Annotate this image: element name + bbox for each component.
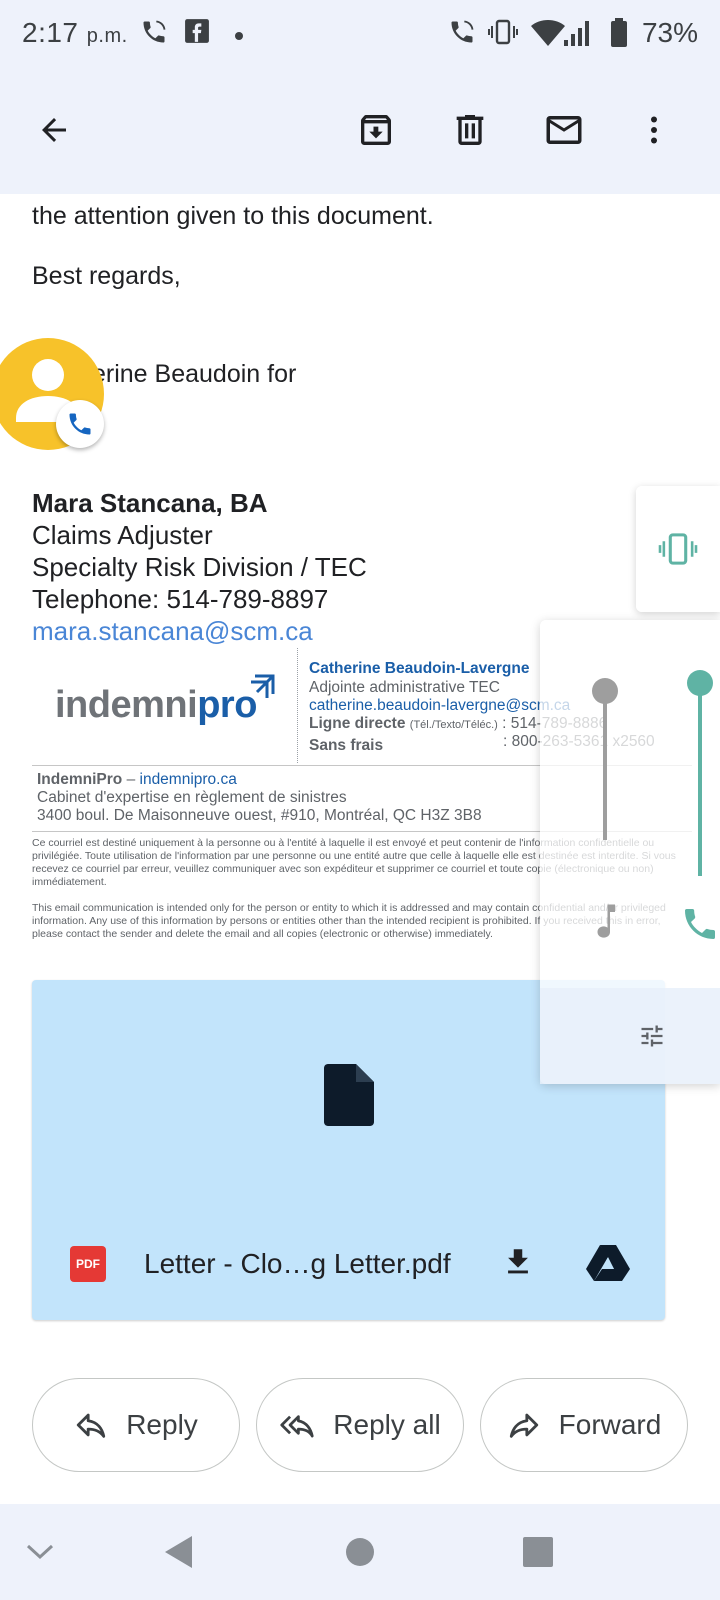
company-description: Cabinet d'expertise en règlement de sini…: [37, 789, 347, 806]
call-volume-slider[interactable]: [687, 670, 713, 696]
music-note-icon: [597, 904, 615, 938]
forward-label: Forward: [558, 1409, 662, 1440]
email-toolbar: [0, 66, 720, 194]
mark-unread-button[interactable]: [540, 106, 588, 154]
reply-button[interactable]: Reply: [32, 1378, 240, 1472]
save-to-drive-button[interactable]: [584, 1238, 632, 1286]
reply-label: Reply: [126, 1409, 198, 1440]
nav-back-icon: [165, 1536, 192, 1568]
download-button[interactable]: [494, 1238, 542, 1286]
signature-divider: [297, 648, 298, 763]
wifi-icon: [530, 18, 566, 53]
forward-button[interactable]: Forward: [480, 1378, 688, 1472]
company-site-link[interactable]: indemnipro.ca: [140, 771, 237, 788]
signature-division: Specialty Risk Division / TEC: [32, 552, 367, 582]
back-button[interactable]: [30, 106, 78, 154]
company-name: IndemniPro: [37, 771, 123, 788]
company-address: 3400 boul. De Maisonneuve ouest, #910, M…: [37, 807, 482, 824]
contact-email-link[interactable]: catherine.beaudoin-lavergne@scm.ca: [309, 697, 570, 715]
attachment-filename: Letter - Clo…g Letter.pdf: [144, 1248, 451, 1279]
indemnipro-logo: indemnipro: [55, 670, 275, 730]
mark-unread-icon: [546, 116, 582, 144]
signature-name: Mara Stancana, BA: [32, 488, 268, 518]
nav-recents-button[interactable]: [514, 1528, 562, 1576]
forward-icon: [509, 1413, 538, 1438]
wifi-call-icon: [140, 18, 168, 51]
contact-title: Adjointe administrative TEC: [309, 679, 500, 696]
email-body-line: the attention given to this document.: [32, 202, 434, 230]
wifi-call-icon: [448, 18, 476, 51]
company-name-row: IndemniPro – indemnipro.ca: [37, 771, 237, 789]
status-bar: 2:17 p.m. 73%: [0, 0, 720, 66]
download-icon: [508, 1249, 528, 1274]
vibrate-icon: [658, 533, 698, 565]
nav-home-icon: [346, 1538, 374, 1566]
direct-line-sub: (Tél./Texto/Téléc.): [409, 719, 498, 731]
more-options-button[interactable]: [630, 106, 678, 154]
logo-text-indemni: indemni: [55, 684, 198, 726]
reply-all-button[interactable]: Reply all: [256, 1378, 464, 1472]
tollfree-label: Sans frais: [309, 737, 384, 754]
ringer-mode-button[interactable]: [636, 486, 720, 612]
archive-icon: [361, 115, 391, 145]
more-vert-icon: [651, 116, 657, 144]
call-volume-track: [698, 676, 702, 876]
archive-button[interactable]: [352, 106, 400, 154]
chevron-down-icon: [26, 1544, 54, 1560]
battery-icon: [610, 18, 628, 53]
media-volume-slider[interactable]: [592, 678, 618, 704]
dot-icon: [234, 28, 244, 46]
vibrate-icon: [488, 18, 518, 51]
delete-icon: [456, 115, 484, 145]
status-time: 2:17 p.m.: [22, 17, 128, 49]
pdf-icon: PDF: [70, 1246, 106, 1282]
media-volume-track: [603, 680, 607, 840]
email-sender-line: erine Beaudoin for: [92, 360, 297, 388]
reply-icon: [77, 1413, 106, 1438]
call-badge: [56, 400, 104, 448]
nav-collapse-button[interactable]: [16, 1528, 64, 1576]
file-icon: [324, 1064, 374, 1126]
nav-home-button[interactable]: [336, 1528, 384, 1576]
company-dash: –: [122, 771, 140, 788]
status-time-period: p.m.: [86, 25, 128, 47]
nav-recents-icon: [523, 1537, 553, 1567]
signal-icon: [562, 18, 594, 53]
delete-button[interactable]: [446, 106, 494, 154]
email-closing: Best regards,: [32, 262, 181, 290]
direct-line-label: Ligne directe: [309, 715, 406, 732]
system-nav-bar: [0, 1504, 720, 1600]
volume-settings-button[interactable]: [540, 988, 720, 1084]
facebook-icon: [184, 18, 210, 49]
reply-all-label: Reply all: [333, 1409, 441, 1440]
google-drive-icon: [586, 1245, 630, 1281]
signature-email-link[interactable]: mara.stancana@scm.ca: [32, 616, 313, 647]
phone-icon: [685, 909, 715, 939]
back-arrow-icon: [42, 118, 66, 142]
signature-title: Claims Adjuster: [32, 520, 213, 550]
reply-all-icon: [280, 1415, 314, 1438]
battery-percent: 73%: [641, 17, 698, 48]
contact-name: Catherine Beaudoin-Lavergne: [309, 660, 530, 677]
nav-back-button[interactable]: [155, 1528, 203, 1576]
phone-icon: [69, 413, 91, 435]
status-time-value: 2:17: [22, 17, 79, 48]
logo-arrows-icon: [251, 674, 275, 698]
signature-telephone: Telephone: 514-789-8897: [32, 584, 329, 614]
tune-icon: [641, 1025, 663, 1047]
